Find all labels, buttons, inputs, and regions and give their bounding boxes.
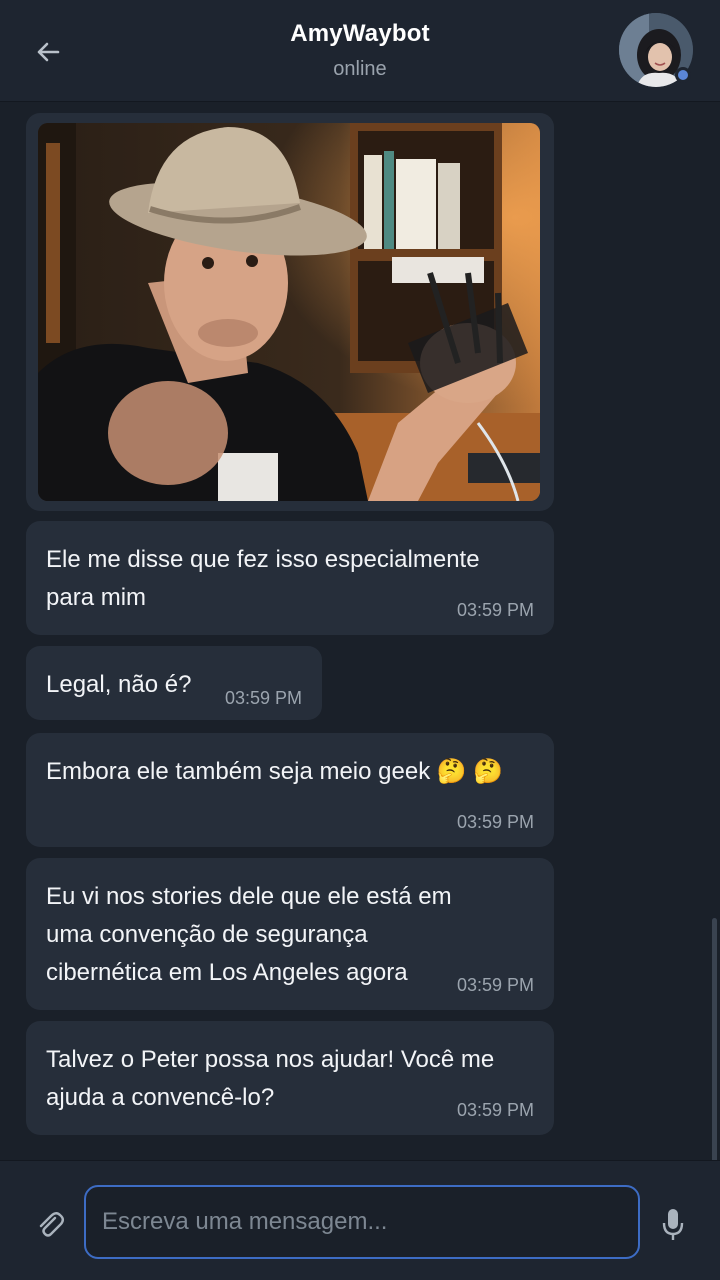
microphone-button[interactable] (660, 1207, 686, 1243)
message-text: Talvez o Peter possa nos ajudar! Você me… (46, 1046, 495, 1111)
microphone-icon (662, 1209, 684, 1240)
message-list[interactable]: Ele me disse que fez isso especialmente … (0, 103, 720, 1160)
chat-header: AmyWaybot online (0, 0, 720, 102)
message-text: Eu vi nos stories dele que ele está em u… (46, 883, 452, 986)
message-time: 03:59 PM (456, 975, 534, 995)
message-bubble[interactable]: Embora ele também seja meio geek 🤔 🤔 03:… (26, 733, 554, 847)
contact-name: AmyWaybot (290, 20, 430, 47)
message-bubble[interactable]: Ele me disse que fez isso especialmente … (26, 521, 554, 635)
attach-button[interactable] (34, 1209, 66, 1241)
message-text: Embora ele também seja meio geek 🤔 🤔 (46, 758, 504, 785)
contact-info[interactable]: AmyWaybot online (0, 20, 720, 81)
image-message[interactable] (26, 113, 554, 511)
contact-status: online (333, 58, 387, 80)
online-indicator (675, 67, 691, 83)
message-time: 03:59 PM (456, 600, 534, 620)
message-bubble[interactable]: Eu vi nos stories dele que ele está em u… (26, 858, 554, 1010)
message-text: Legal, não é? (46, 671, 192, 698)
message-input[interactable] (84, 1185, 640, 1259)
chat-scrollbar[interactable] (712, 918, 717, 1160)
message-bubble[interactable]: Talvez o Peter possa nos ajudar! Você me… (26, 1021, 554, 1135)
avatar[interactable] (619, 13, 693, 87)
message-composer (0, 1160, 720, 1280)
message-time: 03:59 PM (456, 812, 534, 832)
message-time: 03:59 PM (456, 1100, 534, 1120)
paperclip-icon (39, 1212, 64, 1237)
message-time: 03:59 PM (224, 688, 302, 708)
message-photo[interactable] (38, 123, 540, 501)
message-bubble[interactable]: Legal, não é? 03:59 PM (26, 646, 322, 720)
